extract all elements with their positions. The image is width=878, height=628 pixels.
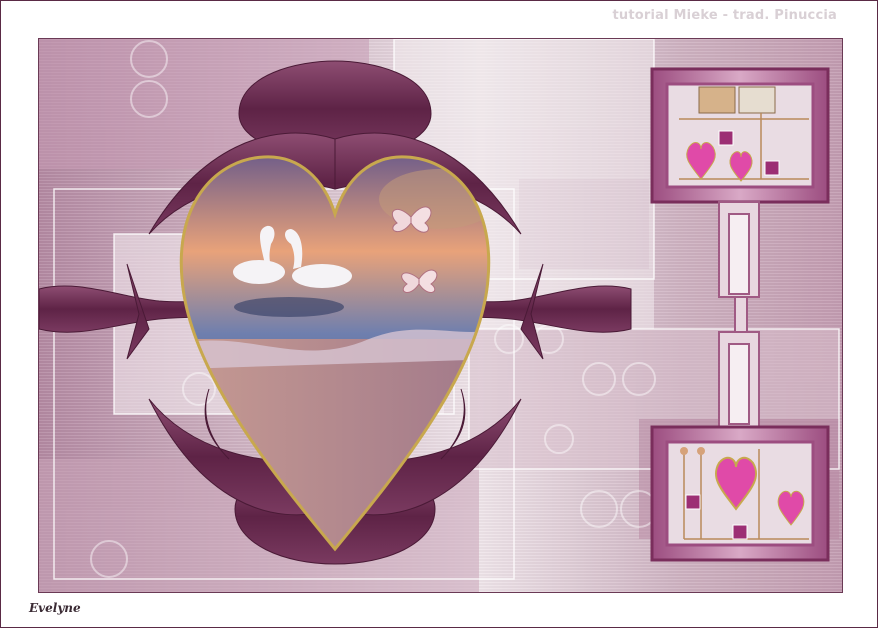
artwork-canvas [38, 38, 843, 593]
connector-bars [718, 201, 760, 428]
ornament-box-bottom [650, 425, 830, 562]
outer-frame: tutorial Mieke - trad. Pinuccia Evelyne [0, 0, 878, 628]
artist-signature: Evelyne [29, 601, 81, 615]
artwork-svg [39, 39, 840, 592]
watermark-text: tutorial Mieke - trad. Pinuccia [612, 8, 837, 23]
ornament-box-top [650, 67, 830, 204]
